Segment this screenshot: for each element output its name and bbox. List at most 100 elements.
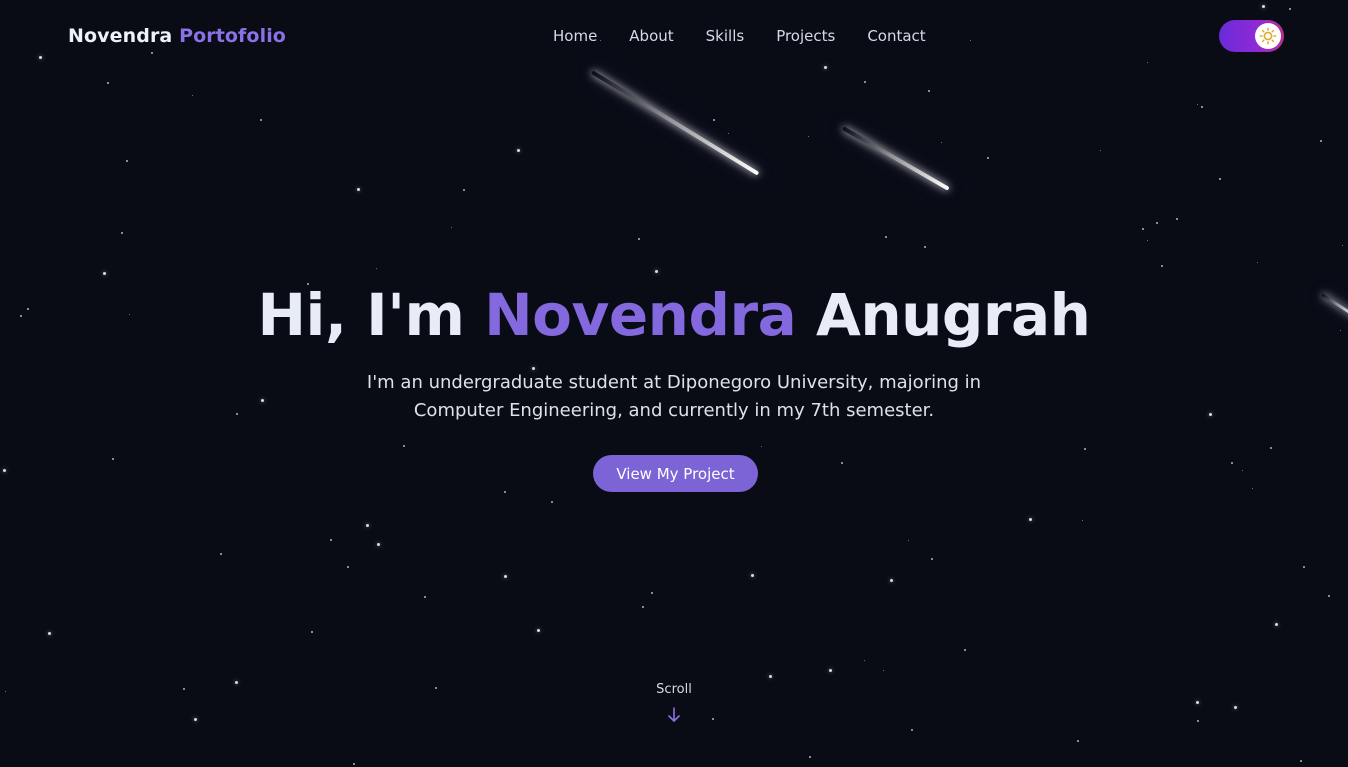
star [808,136,809,137]
star [1320,140,1322,142]
star [642,606,644,608]
star [728,133,729,134]
star [1176,218,1178,220]
star [1219,178,1221,180]
star [504,575,507,578]
star [551,501,553,503]
nav-link-contact[interactable]: Contact [867,27,925,45]
star [1231,462,1233,464]
theme-toggle[interactable] [1219,20,1284,52]
portfolio-page: Novendra Portofolio Home About Skills Pr… [0,0,1348,767]
star [1257,262,1258,263]
star [1084,448,1086,450]
hero-name-highlight: Novendra [484,281,797,349]
star [1275,623,1278,626]
nav-menu: Home About Skills Projects Contact [553,27,926,45]
star [537,629,540,632]
star [1252,488,1253,489]
brand-first: Novendra [68,25,173,47]
star [655,270,658,273]
star [1270,447,1272,449]
hero-subtitle-line: Computer Engineering, and currently in m… [413,400,935,421]
star [1082,520,1083,521]
star [1029,518,1032,521]
star [112,458,114,460]
hero-name-rest: Anugrah [815,281,1091,349]
star [924,246,926,248]
hero-subtitle-line: I'm an undergraduate student at Diponego… [366,372,982,393]
star [928,90,930,92]
hero-title: Hi, I'm Novendra Anugrah [0,281,1348,349]
star [220,553,222,555]
star [1161,265,1163,267]
nav-link-about[interactable]: About [629,27,673,45]
star [769,675,772,678]
toggle-knob [1255,23,1281,49]
star [517,149,520,152]
star [1142,228,1144,230]
star [1077,740,1079,742]
star [330,539,332,541]
star [353,763,355,765]
star [638,238,640,240]
star [311,631,313,633]
brand-second: Portofolio [179,25,286,47]
star [864,660,865,661]
star [403,445,405,447]
star [1342,245,1343,246]
star [121,232,123,234]
star [1201,106,1203,108]
scroll-indicator[interactable]: Scroll [0,682,1348,723]
hero-subtitle: I'm an undergraduate student at Diponego… [0,369,1348,425]
star [987,157,989,159]
star [48,632,51,635]
star [377,543,380,546]
star [885,236,887,238]
star [1242,470,1243,471]
star [713,119,715,121]
star [103,272,106,275]
star [911,729,913,731]
star [883,670,884,671]
nav-link-skills[interactable]: Skills [706,27,745,45]
nav-link-home[interactable]: Home [553,27,597,45]
star [107,82,109,84]
star [651,592,653,594]
hero-greeting: Hi, I'm [257,281,465,349]
star [376,268,377,269]
star [504,491,506,493]
arrow-down-icon [668,707,680,722]
star [347,566,349,568]
navbar: Novendra Portofolio Home About Skills Pr… [0,0,1348,72]
star [463,189,465,191]
star [931,558,933,560]
star [1100,150,1101,151]
star [126,160,128,162]
star [941,142,942,143]
star [1147,240,1148,241]
nav-link-projects[interactable]: Projects [776,27,835,45]
star [1156,222,1158,224]
star [1197,104,1198,105]
star [964,649,966,651]
star [3,469,6,472]
star [841,462,843,464]
star [366,524,369,527]
star [864,81,866,83]
star [908,540,909,541]
star [761,446,762,447]
star [357,188,360,191]
star [751,574,754,577]
star [260,119,262,121]
scroll-label: Scroll [656,682,692,697]
star [424,596,426,598]
view-project-button[interactable]: View My Project [593,455,758,492]
star [1303,566,1305,568]
star [829,669,832,672]
star [1328,595,1330,597]
brand-logo[interactable]: Novendra Portofolio [68,25,286,47]
star [809,756,811,758]
star [890,579,893,582]
star [1300,760,1302,762]
sun-icon [1259,27,1277,45]
